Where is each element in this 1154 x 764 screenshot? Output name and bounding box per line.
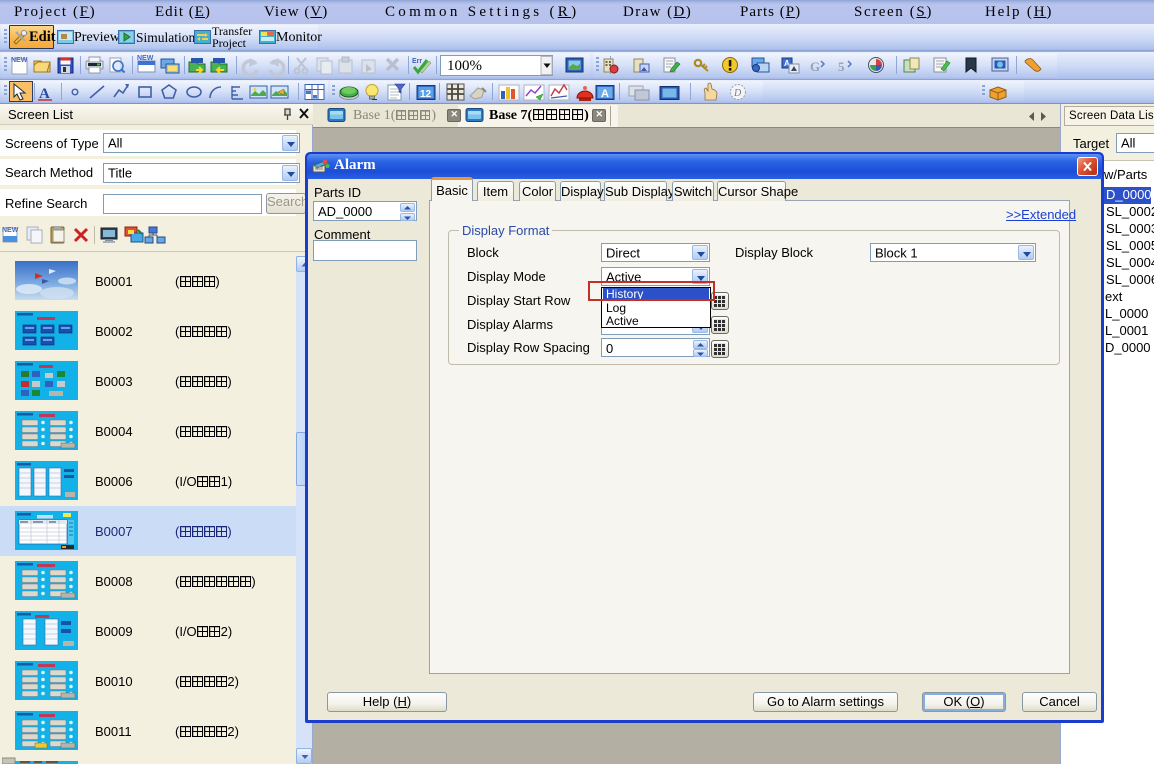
svg-text:G: G	[810, 59, 820, 74]
svg-text:D: D	[733, 88, 742, 99]
svg-text:NEW: NEW	[11, 57, 28, 64]
svg-text:NEW: NEW	[137, 55, 154, 62]
svg-text:100%: 100%	[447, 58, 482, 74]
svg-text:5: 5	[838, 59, 845, 74]
svg-text:12: 12	[420, 89, 432, 100]
svg-text:Err: Err	[412, 58, 422, 65]
svg-text:A: A	[601, 88, 609, 100]
